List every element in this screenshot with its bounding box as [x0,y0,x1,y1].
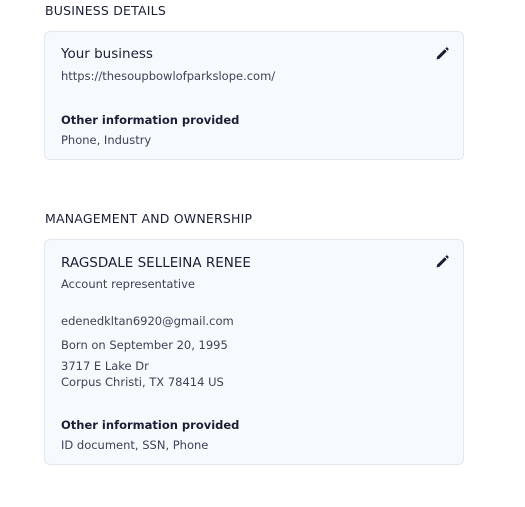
business-title: Your business [61,46,153,62]
business-url: https://thesoupbowlofparkslope.com/ [61,69,276,83]
person-birthdate: Born on September 20, 1995 [61,338,228,352]
person-address-line2: Corpus Christi, TX 78414 US [61,375,224,389]
person-address-line1: 3717 E Lake Dr [61,359,149,373]
business-other-info-value: Phone, Industry [61,133,152,147]
page: BUSINESS DETAILS Your business https://t… [0,0,525,507]
person-email: edenedkltan6920@gmail.com [61,314,234,328]
person-role: Account representative [61,277,195,291]
person-other-info-value: ID document, SSN, Phone [61,438,209,452]
edit-business-pencil-icon[interactable] [435,47,449,61]
edit-person-pencil-icon[interactable] [435,255,449,269]
management-heading: MANAGEMENT AND OWNERSHIP [45,211,253,226]
business-details-card: Your business https://thesoupbowlofparks… [44,31,464,160]
person-other-info-label: Other information provided [61,418,240,432]
business-other-info-label: Other information provided [61,113,240,127]
management-card: RAGSDALE SELLEINA RENEE Account represen… [44,239,464,465]
person-name: RAGSDALE SELLEINA RENEE [61,255,251,271]
business-details-heading: BUSINESS DETAILS [45,3,166,18]
